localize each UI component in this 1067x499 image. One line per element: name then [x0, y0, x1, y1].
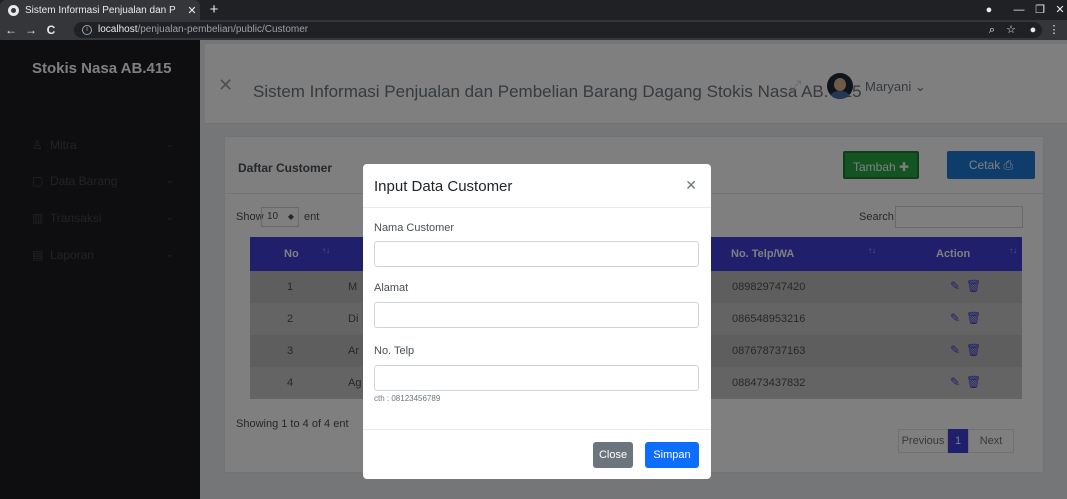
name-field[interactable] [374, 241, 699, 267]
url-host: localhost [98, 24, 138, 35]
browser-tab-bar: Sistem Informasi Penjualan dan P ✕ + ● —… [0, 0, 1067, 20]
phone-label: No. Telp [374, 345, 415, 357]
close-icon[interactable]: ✕ [685, 178, 697, 192]
reload-icon[interactable]: C [42, 20, 60, 40]
phone-field[interactable] [374, 365, 699, 391]
forward-icon[interactable]: → [22, 20, 40, 40]
back-icon[interactable]: ← [2, 20, 20, 40]
address-field[interactable] [374, 302, 699, 328]
close-button[interactable]: Close [593, 442, 633, 468]
browser-tab[interactable]: Sistem Informasi Penjualan dan P ✕ [0, 0, 200, 20]
input-customer-modal: Input Data Customer ✕ Nama Customer Alam… [363, 164, 711, 479]
address-bar: ← → C i localhost /penjualan-pembelian/p… [0, 20, 1067, 40]
address-label: Alamat [374, 282, 409, 294]
browser-menu-icon[interactable]: ⋮ [1046, 20, 1062, 40]
name-label: Nama Customer [374, 222, 455, 234]
url-field[interactable]: i localhost /penjualan-pembelian/public/… [74, 22, 1042, 38]
url-path: /penjualan-pembelian/public/Customer [137, 24, 309, 35]
divider [363, 207, 711, 208]
new-tab-icon[interactable]: + [206, 0, 222, 20]
account-icon[interactable]: ● [977, 0, 1001, 20]
modal-title: Input Data Customer [374, 178, 513, 195]
window-close-icon[interactable]: ✕ [1048, 0, 1067, 20]
info-icon[interactable]: i [82, 25, 92, 35]
profile-icon[interactable]: ● [1025, 20, 1041, 40]
favicon-icon [8, 4, 19, 16]
save-button[interactable]: Simpan [645, 442, 699, 468]
tab-title: Sistem Informasi Penjualan dan P [25, 4, 176, 16]
zoom-icon[interactable]: ⌕ [984, 20, 1000, 40]
divider [363, 429, 711, 430]
phone-hint: cth : 08123456789 [374, 394, 441, 403]
tab-close-icon[interactable]: ✕ [184, 4, 200, 17]
bookmark-star-icon[interactable]: ☆ [1003, 20, 1019, 40]
